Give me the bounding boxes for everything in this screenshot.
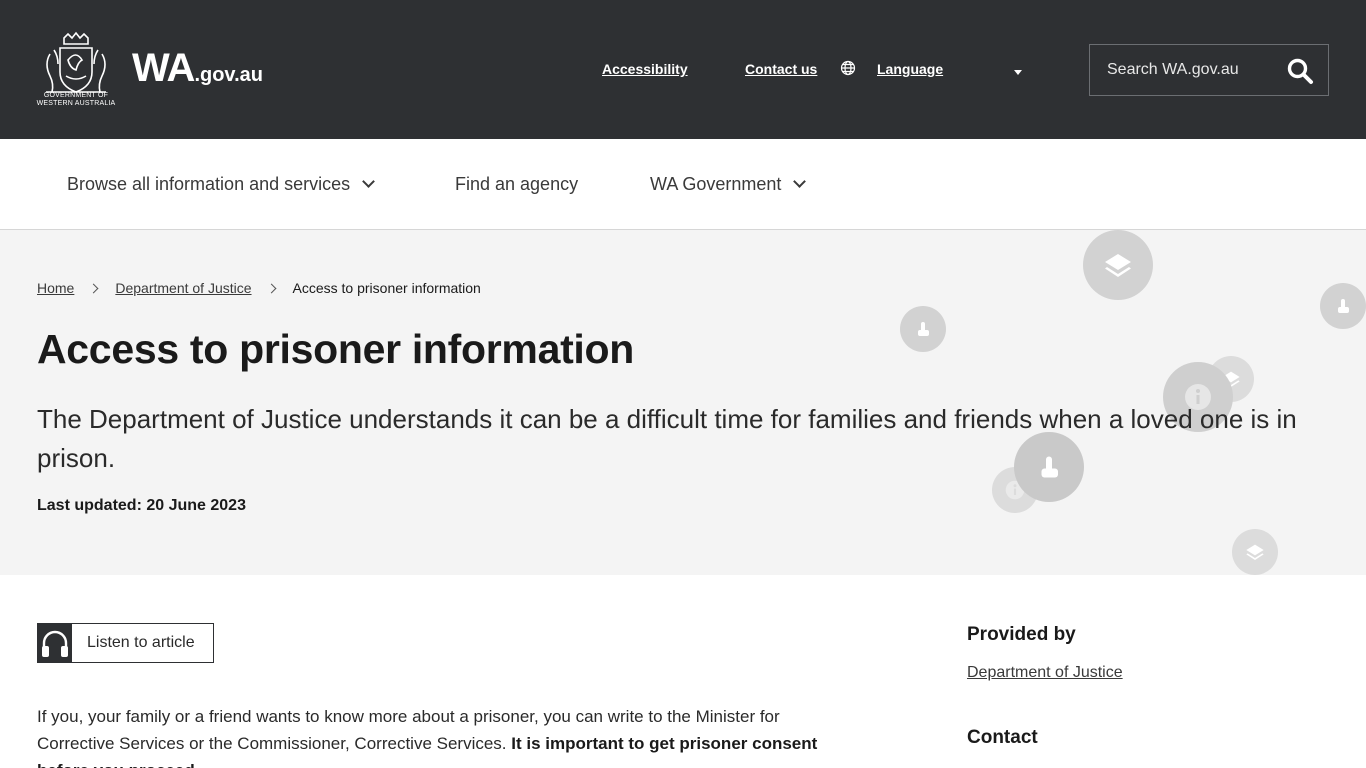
- nav-browse-label: Browse all information and services: [67, 174, 351, 194]
- logo-wa: WA: [132, 46, 195, 90]
- hero-banner: Home Department of Justice Access to priso…: [0, 230, 1366, 575]
- search-input[interactable]: [1090, 45, 1280, 95]
- layers-icon: [1083, 230, 1153, 300]
- page-summary: The Department of Justice understands it…: [37, 404, 1297, 473]
- breadcrumb-department[interactable]: Department of Justice: [115, 280, 251, 296]
- contact-us-link[interactable]: Contact us: [745, 61, 817, 77]
- site-header: GOVERNMENT OF WESTERN AUSTRALIA WA.gov.a…: [0, 0, 1366, 139]
- breadcrumb-current: Access to prisoner information: [292, 280, 481, 296]
- chevron-down-icon: [793, 175, 807, 188]
- provided-by-link[interactable]: Department of Justice: [967, 664, 1123, 682]
- last-updated-label: Last updated:: [37, 497, 142, 514]
- search-icon[interactable]: [1286, 57, 1314, 85]
- breadcrumb-home[interactable]: Home: [37, 280, 74, 296]
- article-intro: If you, your family or a friend wants to…: [37, 703, 857, 768]
- chevron-right-icon: [266, 283, 276, 294]
- globe-icon: [840, 60, 856, 76]
- search-box: [1089, 44, 1329, 96]
- nav-find-agency[interactable]: Find an agency: [455, 174, 578, 195]
- listen-to-article-button[interactable]: Listen to article: [37, 623, 214, 663]
- nav-government-label: WA Government: [650, 174, 782, 194]
- listen-label: Listen to article: [87, 634, 195, 651]
- touch-icon: [900, 306, 946, 352]
- chevron-down-icon: [362, 175, 375, 188]
- page-title: Access to prisoner information: [37, 326, 635, 372]
- language-select[interactable]: Language: [877, 61, 943, 77]
- breadcrumb: Home Department of Justice Access to priso…: [37, 280, 481, 296]
- crest-caption: GOVERNMENT OF WESTERN AUSTRALIA: [36, 92, 116, 107]
- provided-by-heading: Provided by: [967, 624, 1076, 645]
- nav-browse-all[interactable]: Browse all information and services: [67, 174, 375, 195]
- touch-icon: [1320, 283, 1366, 329]
- accessibility-link[interactable]: Accessibility: [602, 61, 688, 77]
- layers-icon: [1232, 529, 1278, 575]
- main-navigation: Browse all information and services Find…: [0, 139, 1366, 230]
- last-updated: Last updated: 20 June 2023: [37, 497, 246, 515]
- logo-domain: .gov.au: [194, 64, 263, 86]
- last-updated-date: 20 June 2023: [146, 497, 246, 514]
- site-logo[interactable]: WA.gov.au: [132, 46, 263, 91]
- headphones-icon: [38, 624, 72, 662]
- nav-wa-government[interactable]: WA Government: [650, 174, 807, 195]
- contact-heading: Contact: [967, 727, 1038, 748]
- caret-down-icon[interactable]: [1014, 70, 1022, 75]
- chevron-right-icon: [88, 283, 99, 294]
